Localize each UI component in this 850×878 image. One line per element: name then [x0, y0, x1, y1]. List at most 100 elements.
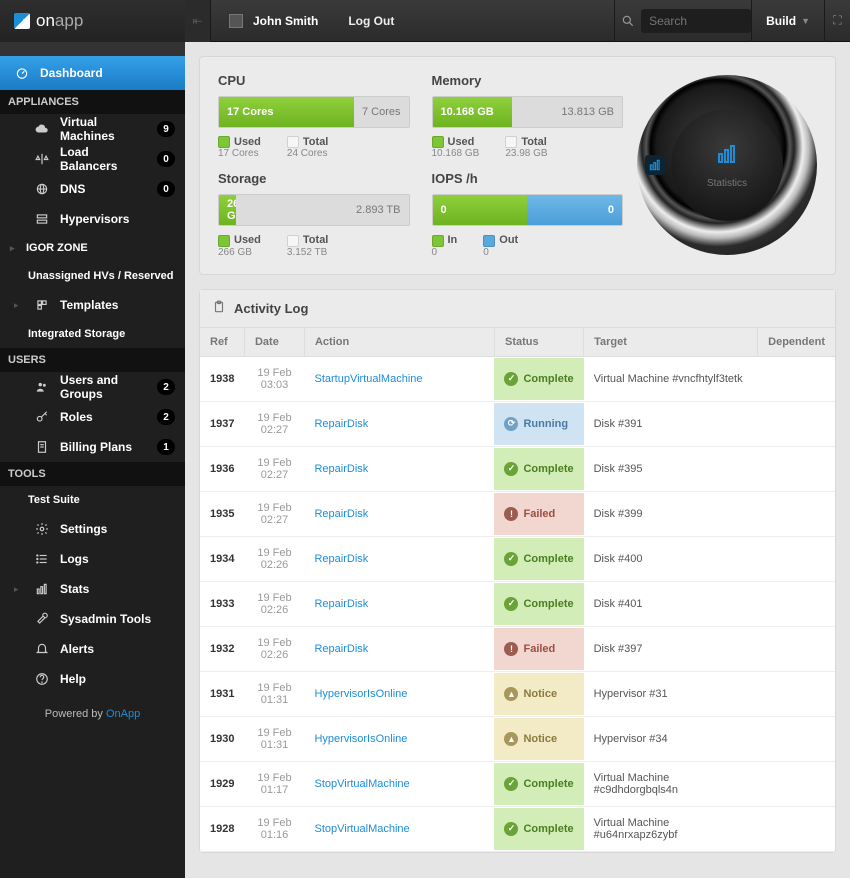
action-cell[interactable]: StopVirtualMachine [304, 761, 494, 806]
status-icon: ✓ [504, 372, 518, 386]
sidebar-item-roles[interactable]: Roles2 [0, 402, 185, 432]
search-input[interactable] [641, 9, 751, 33]
column-header[interactable]: Status [494, 328, 583, 357]
status-cell: !Failed [494, 626, 583, 671]
action-cell[interactable]: RepairDisk [304, 626, 494, 671]
sidebar-item-label: Billing Plans [60, 440, 147, 454]
fullscreen-button[interactable]: ⛶ [824, 0, 850, 42]
sidebar-item-alerts[interactable]: Alerts [0, 634, 185, 664]
target-cell[interactable]: Disk #399 [584, 491, 758, 536]
sidebar-group-header: TOOLS [0, 462, 185, 486]
target-cell[interactable]: Virtual Machine #vncfhtylf3tetk [584, 356, 758, 401]
target-cell[interactable]: Virtual Machine #u64nrxapz6zybf [584, 806, 758, 851]
target-cell[interactable]: Disk #395 [584, 446, 758, 491]
target-cell[interactable]: Disk #391 [584, 401, 758, 446]
table-row[interactable]: 193419 Feb02:26RepairDisk✓CompleteDisk #… [200, 536, 835, 581]
dependent-cell [758, 806, 835, 851]
column-header[interactable]: Action [304, 328, 494, 357]
table-row[interactable]: 193219 Feb02:26RepairDisk!FailedDisk #39… [200, 626, 835, 671]
table-row[interactable]: 193619 Feb02:27RepairDisk✓CompleteDisk #… [200, 446, 835, 491]
sidebar-item-stats[interactable]: ▸Stats [0, 574, 185, 604]
dependent-cell [758, 356, 835, 401]
sidebar-collapse-button[interactable]: ⇤ [185, 0, 211, 42]
column-header[interactable]: Ref [200, 328, 244, 357]
sidebar-item-logs[interactable]: Logs [0, 544, 185, 574]
sidebar-item-test-suite[interactable]: Test Suite [0, 486, 185, 514]
sidebar-item-integrated-storage[interactable]: Integrated Storage [0, 320, 185, 348]
sidebar-item-sysadmin-tools[interactable]: Sysadmin Tools [0, 604, 185, 634]
ref-cell: 1932 [200, 626, 244, 671]
username-link[interactable]: John Smith [253, 14, 318, 28]
stat-memory: Memory 10.168 GB 13.813 GB Used10.168 GB… [432, 73, 624, 159]
action-cell[interactable]: RepairDisk [304, 491, 494, 536]
dependent-cell [758, 581, 835, 626]
date-cell: 19 Feb02:26 [244, 536, 304, 581]
logo[interactable]: onapp [0, 0, 185, 42]
statistics-dial[interactable]: Statistics [637, 75, 817, 255]
sidebar-item-label: Settings [60, 522, 175, 536]
stat-iops-title: IOPS /h [432, 171, 624, 186]
sidebar-item-dashboard[interactable]: Dashboard [0, 56, 185, 90]
target-cell[interactable]: Disk #400 [584, 536, 758, 581]
target-cell[interactable]: Hypervisor #31 [584, 671, 758, 716]
target-cell[interactable]: Disk #397 [584, 626, 758, 671]
caret-icon: ▸ [14, 300, 24, 311]
status-icon: ✓ [504, 462, 518, 476]
memory-meter: 10.168 GB 13.813 GB [432, 96, 624, 128]
action-cell[interactable]: HypervisorIsOnline [304, 671, 494, 716]
action-cell[interactable]: HypervisorIsOnline [304, 716, 494, 761]
target-cell[interactable]: Hypervisor #34 [584, 716, 758, 761]
sidebar-item-dns[interactable]: DNS0 [0, 174, 185, 204]
sidebar-item-users-and-groups[interactable]: Users and Groups2 [0, 372, 185, 402]
sidebar-item-unassigned-hvs-reserved[interactable]: Unassigned HVs / Reserved [0, 262, 185, 290]
table-row[interactable]: 192919 Feb01:17StopVirtualMachine✓Comple… [200, 761, 835, 806]
caret-icon: ▸ [14, 584, 24, 595]
action-cell[interactable]: RepairDisk [304, 401, 494, 446]
brand-text-a: on [36, 11, 55, 31]
sidebar-item-igor-zone[interactable]: ▸IGOR ZONE [0, 234, 185, 262]
brand-text-b: app [55, 11, 83, 31]
sidebar-item-settings[interactable]: Settings [0, 514, 185, 544]
iops-meter: 0 0 [432, 194, 624, 226]
badge: 0 [157, 181, 175, 197]
table-row[interactable]: 193119 Feb01:31HypervisorIsOnline▲Notice… [200, 671, 835, 716]
action-cell[interactable]: RepairDisk [304, 536, 494, 581]
powered-link[interactable]: OnApp [106, 708, 140, 720]
globe-icon [34, 182, 50, 196]
status-cell: !Failed [494, 491, 583, 536]
target-cell[interactable]: Virtual Machine #c9dhdorgbqls4n [584, 761, 758, 806]
ref-cell: 1933 [200, 581, 244, 626]
target-cell[interactable]: Disk #401 [584, 581, 758, 626]
search-icon [615, 14, 641, 28]
gear-icon [34, 522, 50, 536]
sidebar-item-label: Alerts [60, 642, 175, 656]
table-row[interactable]: 193519 Feb02:27RepairDisk!FailedDisk #39… [200, 491, 835, 536]
action-cell[interactable]: StopVirtualMachine [304, 806, 494, 851]
sidebar-item-label: Load Balancers [60, 145, 147, 173]
sidebar-item-hypervisors[interactable]: Hypervisors [0, 204, 185, 234]
sidebar-item-templates[interactable]: ▸Templates [0, 290, 185, 320]
column-header[interactable]: Date [244, 328, 304, 357]
table-row[interactable]: 193319 Feb02:26RepairDisk✓CompleteDisk #… [200, 581, 835, 626]
action-cell[interactable]: RepairDisk [304, 581, 494, 626]
dependent-cell [758, 536, 835, 581]
action-cell[interactable]: RepairDisk [304, 446, 494, 491]
column-header[interactable]: Dependent [758, 328, 835, 357]
ref-cell: 1934 [200, 536, 244, 581]
sidebar-item-load-balancers[interactable]: Load Balancers0 [0, 144, 185, 174]
column-header[interactable]: Target [584, 328, 758, 357]
stats-card: CPU 17 Cores 7 Cores Used17 Cores Total2… [199, 56, 836, 275]
sidebar-item-billing-plans[interactable]: Billing Plans1 [0, 432, 185, 462]
build-button[interactable]: Build ▼ [751, 0, 824, 42]
table-row[interactable]: 193019 Feb01:31HypervisorIsOnline▲Notice… [200, 716, 835, 761]
date-cell: 19 Feb03:03 [244, 356, 304, 401]
powered-by: Powered by OnApp [0, 694, 185, 734]
date-cell: 19 Feb01:31 [244, 671, 304, 716]
sidebar-item-help[interactable]: Help [0, 664, 185, 694]
sidebar-item-virtual-machines[interactable]: Virtual Machines9 [0, 114, 185, 144]
logout-link[interactable]: Log Out [348, 14, 394, 28]
action-cell[interactable]: StartupVirtualMachine [304, 356, 494, 401]
table-row[interactable]: 193819 Feb03:03StartupVirtualMachine✓Com… [200, 356, 835, 401]
table-row[interactable]: 192819 Feb01:16StopVirtualMachine✓Comple… [200, 806, 835, 851]
table-row[interactable]: 193719 Feb02:27RepairDisk⟳RunningDisk #3… [200, 401, 835, 446]
